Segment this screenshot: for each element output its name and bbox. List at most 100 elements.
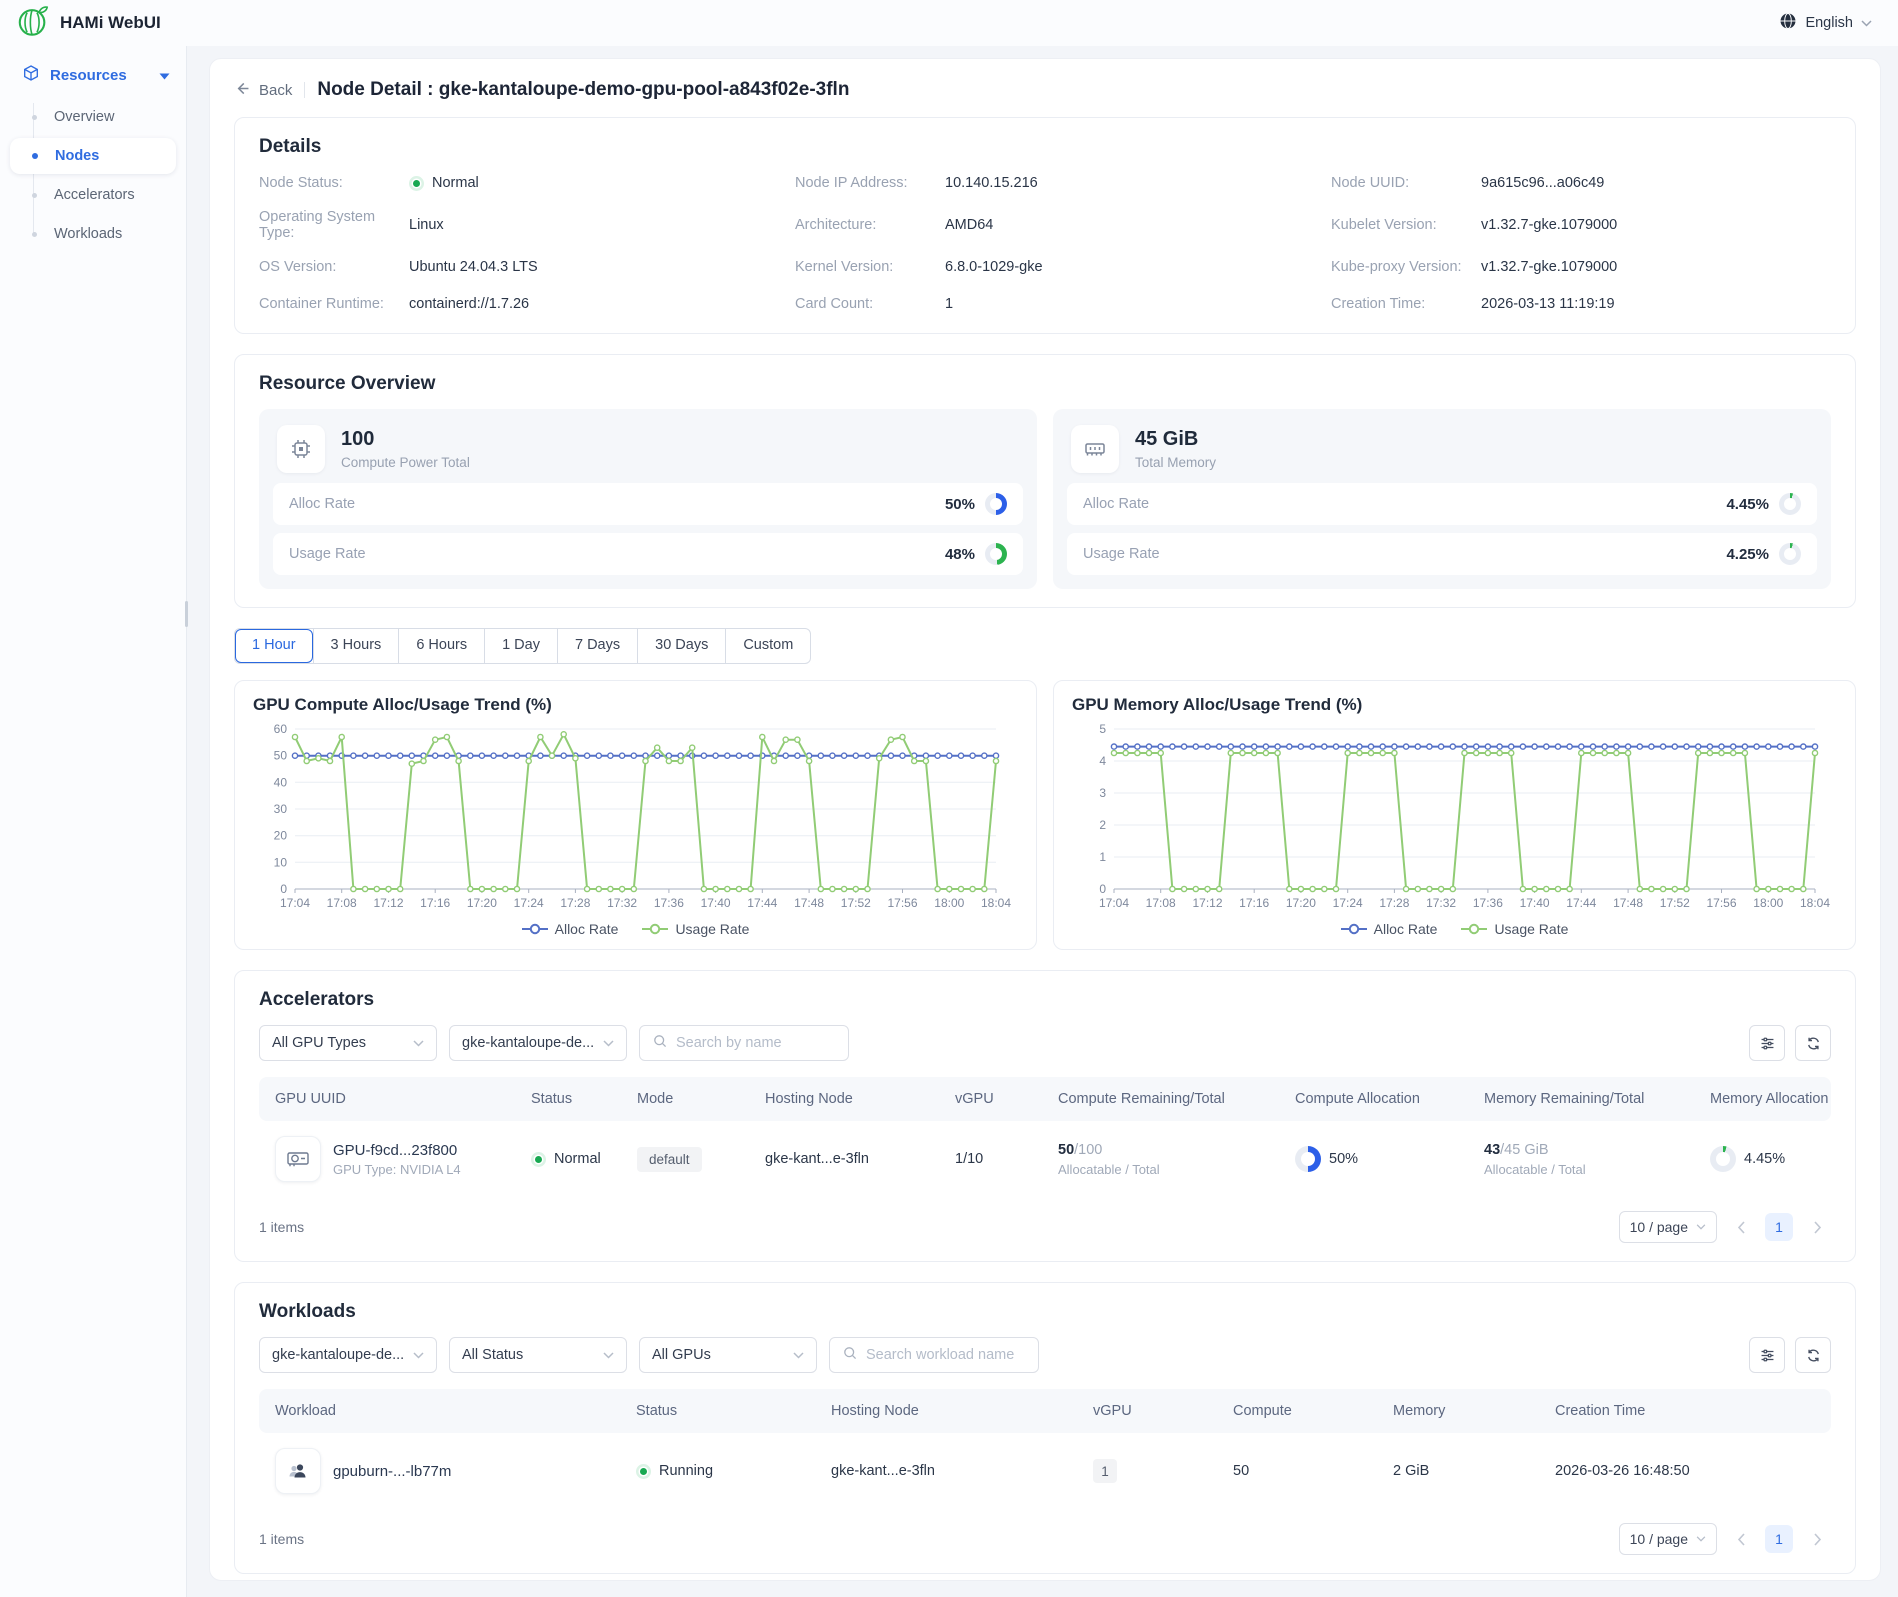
- back-label: Back: [259, 82, 292, 99]
- sidebar-group-resources[interactable]: Resources: [0, 54, 186, 96]
- cube-icon: [22, 64, 40, 86]
- field-kernel-version: Kernel Version: 6.8.0-1029-gke: [795, 256, 1295, 278]
- svg-text:17:04: 17:04: [1099, 896, 1129, 910]
- sidebar-item-label: Overview: [54, 109, 114, 125]
- search-icon: [842, 1345, 858, 1366]
- tab-1-day[interactable]: 1 Day: [484, 629, 557, 663]
- legend-usage-rate[interactable]: Usage Rate: [642, 921, 749, 937]
- back-button[interactable]: Back: [234, 80, 292, 101]
- chevron-down-icon: [1696, 1536, 1706, 1542]
- memory-remaining-cell: 43/45 GiB Allocatable / Total: [1484, 1142, 1710, 1177]
- memory-icon: [1071, 425, 1119, 473]
- svg-text:17:12: 17:12: [1192, 896, 1222, 910]
- chevron-down-icon: [413, 1040, 424, 1047]
- prev-page-button[interactable]: [1727, 1213, 1755, 1241]
- tab-custom[interactable]: Custom: [725, 629, 810, 663]
- svg-text:40: 40: [274, 775, 288, 789]
- resource-overview-title: Resource Overview: [259, 373, 1831, 395]
- memory-usage-donut: [1779, 543, 1801, 565]
- refresh-button[interactable]: [1795, 1025, 1831, 1061]
- svg-text:17:16: 17:16: [420, 896, 450, 910]
- workloads-panel: Workloads gke-kantaloupe-de... All Statu…: [234, 1282, 1856, 1574]
- page-number-button[interactable]: 1: [1765, 1525, 1793, 1553]
- nav-dot: [32, 115, 37, 120]
- svg-text:60: 60: [274, 722, 288, 736]
- next-page-button[interactable]: [1803, 1525, 1831, 1553]
- sidebar-item-nodes[interactable]: Nodes: [10, 138, 176, 174]
- tab-30-days[interactable]: 30 Days: [637, 629, 725, 663]
- workload-search-input[interactable]: [866, 1347, 1026, 1363]
- sidebar-item-accelerators[interactable]: Accelerators: [10, 177, 176, 213]
- workload-search: [829, 1337, 1039, 1373]
- prev-page-button[interactable]: [1727, 1525, 1755, 1553]
- svg-text:18:04: 18:04: [981, 896, 1011, 910]
- gpu-memory-trend-panel: GPU Memory Alloc/Usage Trend (%) 0123451…: [1053, 680, 1856, 950]
- workload-page-size-select[interactable]: 10 / page: [1619, 1523, 1717, 1555]
- column-settings-button[interactable]: [1749, 1025, 1785, 1061]
- gpu-compute-trend-panel: GPU Compute Alloc/Usage Trend (%) 010203…: [234, 680, 1037, 950]
- field-os-type: Operating System Type: Linux: [259, 209, 759, 241]
- svg-text:10: 10: [274, 855, 288, 869]
- column-settings-button[interactable]: [1749, 1337, 1785, 1373]
- svg-text:17:36: 17:36: [654, 896, 684, 910]
- svg-text:3: 3: [1099, 786, 1106, 800]
- legend-marker-icon: [522, 923, 548, 935]
- workload-status-cell: Running: [636, 1463, 831, 1479]
- refresh-button[interactable]: [1795, 1337, 1831, 1373]
- sidebar: Resources Overview Nodes Accelerators Wo…: [0, 46, 187, 1597]
- search-icon: [652, 1033, 668, 1054]
- accel-page-size-select[interactable]: 10 / page: [1619, 1211, 1717, 1243]
- details-grid: Node Status: Normal Node IP Address: 10.…: [259, 172, 1831, 315]
- compute-usage-rate-value: 48%: [945, 546, 975, 563]
- legend-alloc-rate[interactable]: Alloc Rate: [522, 921, 619, 937]
- svg-text:17:24: 17:24: [1333, 896, 1363, 910]
- next-page-button[interactable]: [1803, 1213, 1831, 1241]
- back-arrow-icon: [234, 80, 251, 101]
- gpu-uuid-link[interactable]: GPU-f9cd...23f800: [333, 1142, 461, 1159]
- memory-usage-rate-value: 4.25%: [1726, 546, 1769, 563]
- sidebar-group-label: Resources: [50, 67, 127, 84]
- sidebar-item-workloads[interactable]: Workloads: [10, 216, 176, 252]
- gpu-type-select[interactable]: All GPU Types: [259, 1025, 437, 1061]
- svg-text:18:00: 18:00: [1753, 896, 1783, 910]
- time-range-tabs: 1 Hour 3 Hours 6 Hours 1 Day 7 Days 30 D…: [234, 628, 811, 664]
- language-selector[interactable]: English: [1779, 12, 1872, 34]
- accel-node-select[interactable]: gke-kantaloupe-de...: [449, 1025, 627, 1061]
- workload-namespace-select[interactable]: gke-kantaloupe-de...: [259, 1337, 437, 1373]
- accel-pagination: 10 / page 1: [1619, 1211, 1831, 1243]
- legend-usage-rate[interactable]: Usage Rate: [1461, 921, 1568, 937]
- svg-text:17:36: 17:36: [1473, 896, 1503, 910]
- svg-text:5: 5: [1099, 722, 1106, 736]
- vgpu-badge: 1: [1093, 1459, 1117, 1483]
- workload-name-link[interactable]: gpuburn-...-lb77m: [333, 1463, 451, 1480]
- svg-text:17:48: 17:48: [1613, 896, 1643, 910]
- tab-7-days[interactable]: 7 Days: [557, 629, 637, 663]
- nav-dot: [32, 193, 37, 198]
- svg-text:17:52: 17:52: [841, 896, 871, 910]
- details-title: Details: [259, 136, 1831, 158]
- legend-marker-icon: [1341, 923, 1367, 935]
- workload-status-select[interactable]: All Status: [449, 1337, 627, 1373]
- page-number-button[interactable]: 1: [1765, 1213, 1793, 1241]
- brand: HAMi WebUI: [16, 4, 161, 43]
- memory-alloc-rate-value: 4.45%: [1726, 496, 1769, 513]
- workload-creation-time-cell: 2026-03-26 16:48:50: [1555, 1463, 1831, 1479]
- gpu-type-label: GPU Type: NVIDIA L4: [333, 1162, 461, 1177]
- legend-alloc-rate[interactable]: Alloc Rate: [1341, 921, 1438, 937]
- sidebar-resize-handle[interactable]: [185, 601, 188, 627]
- gpu-card-icon: [275, 1136, 321, 1182]
- status-dot-icon: [636, 1464, 651, 1479]
- tab-3-hours[interactable]: 3 Hours: [313, 629, 399, 663]
- tab-1-hour[interactable]: 1 Hour: [235, 629, 313, 663]
- accel-search: [639, 1025, 849, 1061]
- svg-text:17:12: 17:12: [373, 896, 403, 910]
- gpu-compute-trend-legend: Alloc Rate Usage Rate: [253, 915, 1018, 943]
- tab-6-hours[interactable]: 6 Hours: [398, 629, 484, 663]
- sidebar-item-overview[interactable]: Overview: [10, 99, 176, 135]
- app-title: HAMi WebUI: [60, 13, 161, 33]
- accel-search-input[interactable]: [676, 1035, 836, 1051]
- workload-gpu-select[interactable]: All GPUs: [639, 1337, 817, 1373]
- gpu-memory-trend-title: GPU Memory Alloc/Usage Trend (%): [1072, 695, 1837, 715]
- compute-usage-rate-row: Usage Rate 48%: [273, 533, 1023, 575]
- svg-text:17:28: 17:28: [1379, 896, 1409, 910]
